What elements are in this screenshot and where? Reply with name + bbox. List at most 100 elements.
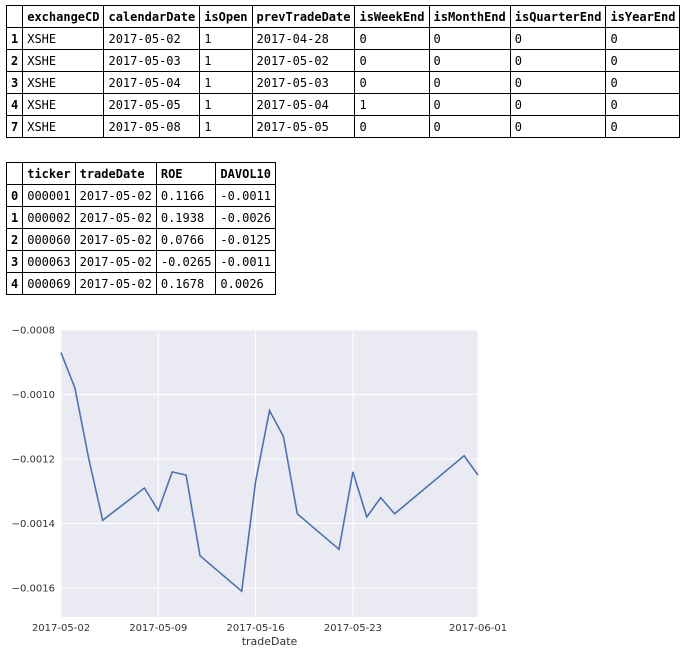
factor-col-header: ROE: [155, 162, 217, 185]
table-cell: XSHE: [22, 93, 105, 116]
calendar-col-header: isWeekEnd: [354, 5, 430, 28]
table-cell: 1: [199, 71, 253, 94]
row-index: 3: [5, 71, 24, 94]
table-cell: 1: [199, 49, 253, 72]
table-cell: 2017-05-02: [103, 27, 201, 50]
table-cell: 1: [354, 93, 430, 116]
table-cell: -0.0011: [215, 250, 276, 273]
table-cell: 000060: [22, 228, 76, 251]
table-cell: -0.0026: [215, 206, 276, 229]
table-cell: 2017-05-03: [103, 49, 201, 72]
x-axis-label: tradeDate: [242, 635, 298, 648]
table-cell: 0.0766: [155, 228, 217, 251]
table-row: 1 XSHE 2017-05-02 1 2017-04-28 0 0 0 0: [5, 27, 681, 50]
table-cell: 2017-05-02: [74, 250, 157, 273]
calendar-col-header: [5, 5, 24, 28]
table-row: 3 XSHE 2017-05-04 1 2017-05-03 0 0 0 0: [5, 71, 681, 94]
row-index: 4: [5, 93, 24, 116]
table-cell: 1: [199, 27, 253, 50]
row-index: 2: [5, 49, 24, 72]
table-cell: 0: [605, 27, 681, 50]
table-cell: 0: [428, 27, 511, 50]
table-cell: XSHE: [22, 27, 105, 50]
table-cell: -0.0011: [215, 184, 276, 207]
table-cell: 0: [354, 71, 430, 94]
x-tick-label: 2017-05-09: [129, 623, 187, 634]
calendar-col-header: isYearEnd: [605, 5, 681, 28]
factor-col-header: DAVOL10: [215, 162, 276, 185]
table-cell: 0: [428, 71, 511, 94]
davol10-line-chart: −0.0008 −0.0010 −0.0012 −0.0014 −0.0016 2017…: [12, 326, 507, 649]
calendar-col-header: isMonthEnd: [428, 5, 511, 28]
table-cell: 0: [354, 115, 430, 138]
table-cell: 2017-05-05: [103, 93, 201, 116]
table-cell: 2017-05-08: [103, 115, 201, 138]
table-cell: XSHE: [22, 71, 105, 94]
table-row: 4 XSHE 2017-05-05 1 2017-05-04 1 0 0 0: [5, 93, 681, 116]
y-axis-ticks: −0.0008 −0.0010 −0.0012 −0.0014 −0.0016: [12, 326, 55, 595]
factor-col-header: ticker: [22, 162, 76, 185]
table-cell: 1: [199, 93, 253, 116]
table-cell: -0.0265: [155, 250, 217, 273]
calendar-col-header: isQuarterEnd: [509, 5, 607, 28]
y-tick-label: −0.0016: [12, 583, 55, 594]
calendar-table: exchangeCD calendarDate isOpen prevTradeDat…: [5, 5, 681, 138]
y-tick-label: −0.0012: [12, 454, 55, 465]
table-cell: 0: [509, 71, 607, 94]
table-cell: -0.0125: [215, 228, 276, 251]
table-row: 0 000001 2017-05-02 0.1166 -0.0011: [5, 184, 276, 207]
table-cell: 0: [605, 49, 681, 72]
y-tick-label: −0.0014: [12, 519, 55, 530]
x-tick-label: 2017-05-23: [324, 623, 382, 634]
table-row: 2 000060 2017-05-02 0.0766 -0.0125: [5, 228, 276, 251]
table-row: 7 XSHE 2017-05-08 1 2017-05-05 0 0 0 0: [5, 115, 681, 138]
table-cell: 0: [428, 93, 511, 116]
row-index: 0: [5, 184, 24, 207]
table-row: 4 000069 2017-05-02 0.1678 0.0026: [5, 272, 276, 295]
table-cell: 0: [354, 27, 430, 50]
table-cell: 0: [605, 71, 681, 94]
table-cell: 2017-05-02: [74, 272, 157, 295]
table-cell: 2017-05-02: [74, 228, 157, 251]
table-cell: 0.0026: [215, 272, 276, 295]
table-row: 2 XSHE 2017-05-03 1 2017-05-02 0 0 0 0: [5, 49, 681, 72]
row-index: 7: [5, 115, 24, 138]
table-cell: 0.1678: [155, 272, 217, 295]
calendar-col-header: exchangeCD: [22, 5, 105, 28]
factor-table: ticker tradeDate ROE DAVOL10 0 000001 2017-05…: [5, 162, 276, 295]
table-cell: 000069: [22, 272, 76, 295]
table-cell: 0: [605, 115, 681, 138]
table-cell: 2017-05-04: [251, 93, 356, 116]
table-cell: 2017-04-28: [251, 27, 356, 50]
x-tick-label: 2017-06-01: [449, 623, 507, 634]
table-cell: 0: [509, 49, 607, 72]
table-cell: XSHE: [22, 49, 105, 72]
factor-col-header: tradeDate: [74, 162, 157, 185]
table-cell: 2017-05-02: [74, 184, 157, 207]
table-cell: 1: [199, 115, 253, 138]
x-tick-label: 2017-05-16: [227, 623, 285, 634]
table-cell: 0: [428, 49, 511, 72]
table-cell: XSHE: [22, 115, 105, 138]
row-index: 1: [5, 27, 24, 50]
calendar-col-header: calendarDate: [103, 5, 201, 28]
calendar-col-header: isOpen: [199, 5, 253, 28]
table-cell: 000002: [22, 206, 76, 229]
table-cell: 0: [509, 27, 607, 50]
table-cell: 0.1938: [155, 206, 217, 229]
factor-col-header: [5, 162, 24, 185]
table-cell: 000001: [22, 184, 76, 207]
table-cell: 2017-05-03: [251, 71, 356, 94]
table-cell: 2017-05-02: [251, 49, 356, 72]
table-cell: 000063: [22, 250, 76, 273]
x-tick-label: 2017-05-02: [32, 623, 90, 634]
row-index: 3: [5, 250, 24, 273]
table-cell: 0: [605, 93, 681, 116]
factor-table-body: 0 000001 2017-05-02 0.1166 -0.0011 1 000002 201…: [5, 184, 276, 295]
calendar-col-header: prevTradeDate: [251, 5, 356, 28]
x-axis-ticks: 2017-05-02 2017-05-09 2017-05-16 2017-05-23…: [32, 623, 507, 634]
table-row: 1 000002 2017-05-02 0.1938 -0.0026: [5, 206, 276, 229]
y-tick-label: −0.0008: [12, 326, 55, 337]
calendar-table-body: 1 XSHE 2017-05-02 1 2017-04-28 0 0 0 0 2 XSHE 2017-…: [5, 27, 681, 138]
table-row: 3 000063 2017-05-02 -0.0265 -0.0011: [5, 250, 276, 273]
